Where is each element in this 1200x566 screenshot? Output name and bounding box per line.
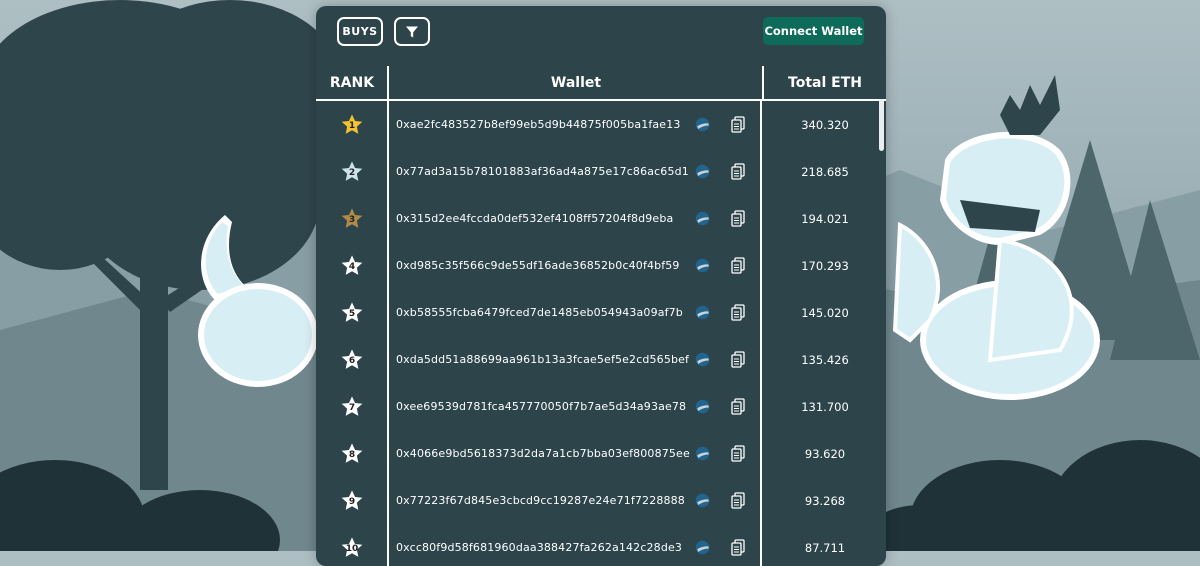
total-eth-value: 93.620 bbox=[804, 446, 846, 461]
total-eth-value: 145.020 bbox=[801, 305, 849, 320]
rank-number: 6 bbox=[348, 356, 356, 366]
wallet-address-link[interactable]: 0xda5dd51a88699aa961b13a3fcae5ef5e2cd565… bbox=[396, 336, 689, 383]
wallet-address-link[interactable]: 0x315d2ee4fccda0def532ef4108ff57204f8d9e… bbox=[396, 195, 673, 242]
etherscan-icon[interactable] bbox=[695, 164, 710, 179]
etherscan-icon[interactable] bbox=[695, 211, 710, 226]
etherscan-icon[interactable] bbox=[695, 540, 710, 555]
rank-number: 5 bbox=[348, 309, 356, 319]
wallet-address-link[interactable]: 0xd985c35f566c9de55df16ade36852b0c40f4bf… bbox=[396, 242, 680, 289]
rank-number: 1 bbox=[348, 121, 356, 131]
copy-icon[interactable] bbox=[731, 304, 745, 321]
rank-number: 8 bbox=[348, 450, 356, 460]
rank-star-icon: 8 bbox=[339, 441, 365, 466]
copy-icon[interactable] bbox=[731, 210, 745, 227]
table-row: 2 0x77ad3a15b78101883af36ad4a875e17c86ac6… bbox=[316, 148, 886, 195]
total-eth-value: 218.685 bbox=[801, 164, 849, 179]
table-header: RANK Wallet Total ETH bbox=[316, 66, 886, 101]
rank-star-icon: 2 bbox=[339, 159, 365, 184]
column-divider bbox=[762, 66, 764, 99]
copy-icon[interactable] bbox=[731, 163, 745, 180]
rank-star-icon: 9 bbox=[339, 488, 365, 513]
leaderboard-panel: BUYS Connect Wallet RANK Wallet Total ET… bbox=[316, 6, 886, 566]
total-eth-value: 93.268 bbox=[804, 493, 846, 508]
connect-wallet-button[interactable]: Connect Wallet bbox=[763, 17, 864, 45]
column-header-rank[interactable]: RANK bbox=[316, 66, 388, 99]
wallet-address-link[interactable]: 0x77223f67d845e3cbcd9cc19287e24e71f72288… bbox=[396, 477, 685, 524]
copy-icon[interactable] bbox=[731, 351, 745, 368]
filter-button[interactable] bbox=[394, 17, 430, 46]
wallet-address-link[interactable]: 0x4066e9bd5618373d2da7a1cb7bba03ef800875… bbox=[396, 430, 690, 477]
column-divider bbox=[387, 66, 389, 566]
rank-number: 2 bbox=[348, 168, 356, 178]
etherscan-icon[interactable] bbox=[695, 446, 710, 461]
rank-star-icon: 6 bbox=[339, 347, 365, 372]
table-row: 3 0x315d2ee4fccda0def532ef4108ff57204f8d9… bbox=[316, 195, 886, 242]
filter-icon bbox=[406, 26, 418, 37]
total-eth-value: 131.700 bbox=[801, 399, 849, 414]
buys-button[interactable]: BUYS bbox=[337, 17, 383, 46]
rank-star-icon: 7 bbox=[339, 394, 365, 419]
wallet-address-link[interactable]: 0xcc80f9d58f681960daa388427fa262a142c28d… bbox=[396, 524, 682, 566]
etherscan-icon[interactable] bbox=[695, 399, 710, 414]
total-eth-value: 194.021 bbox=[801, 211, 849, 226]
column-divider bbox=[760, 99, 762, 566]
rank-number: 9 bbox=[348, 497, 356, 507]
rank-star-icon: 1 bbox=[339, 112, 365, 137]
total-eth-value: 87.711 bbox=[804, 540, 846, 555]
copy-icon[interactable] bbox=[731, 492, 745, 509]
total-eth-value: 170.293 bbox=[801, 258, 849, 273]
column-header-wallet[interactable]: Wallet bbox=[389, 66, 763, 99]
rank-number: 4 bbox=[348, 262, 356, 272]
table-row: 4 0xd985c35f566c9de55df16ade36852b0c40f4b… bbox=[316, 242, 886, 289]
rank-star-icon: 5 bbox=[339, 300, 365, 325]
etherscan-icon[interactable] bbox=[695, 305, 710, 320]
copy-icon[interactable] bbox=[731, 116, 745, 133]
table-row: 8 0x4066e9bd5618373d2da7a1cb7bba03ef80087… bbox=[316, 430, 886, 477]
wallet-address-link[interactable]: 0x77ad3a15b78101883af36ad4a875e17c86ac65… bbox=[396, 148, 689, 195]
copy-icon[interactable] bbox=[731, 539, 745, 556]
rank-star-icon: 10 bbox=[339, 535, 365, 560]
total-eth-value: 340.320 bbox=[801, 117, 849, 132]
rank-star-icon: 4 bbox=[339, 253, 365, 278]
rank-number: 7 bbox=[348, 403, 356, 413]
etherscan-icon[interactable] bbox=[695, 258, 710, 273]
scrollbar-thumb[interactable] bbox=[879, 99, 884, 151]
wallet-address-link[interactable]: 0xee69539d781fca457770050f7b7ae5d34a93ae… bbox=[396, 383, 686, 430]
table-row: 6 0xda5dd51a88699aa961b13a3fcae5ef5e2cd56… bbox=[316, 336, 886, 383]
table-row: 10 0xcc80f9d58f681960daa388427fa262a142c2… bbox=[316, 524, 886, 566]
wallet-address-link[interactable]: 0xb58555fcba6479fced7de1485eb054943a09af… bbox=[396, 289, 683, 336]
copy-icon[interactable] bbox=[731, 445, 745, 462]
copy-icon[interactable] bbox=[731, 257, 745, 274]
total-eth-value: 135.426 bbox=[801, 352, 849, 367]
rank-star-icon: 3 bbox=[339, 206, 365, 231]
rank-number: 10 bbox=[345, 544, 359, 554]
toolbar: BUYS Connect Wallet bbox=[316, 6, 886, 60]
wallet-address-link[interactable]: 0xae2fc483527b8ef99eb5d9b44875f005ba1fae… bbox=[396, 101, 681, 148]
rank-number: 3 bbox=[348, 215, 356, 225]
etherscan-icon[interactable] bbox=[695, 117, 710, 132]
column-header-total-eth[interactable]: Total ETH bbox=[764, 66, 886, 99]
etherscan-icon[interactable] bbox=[695, 352, 710, 367]
etherscan-icon[interactable] bbox=[695, 493, 710, 508]
copy-icon[interactable] bbox=[731, 398, 745, 415]
table-row: 9 0x77223f67d845e3cbcd9cc19287e24e71f7228… bbox=[316, 477, 886, 524]
table-row: 7 0xee69539d781fca457770050f7b7ae5d34a93a… bbox=[316, 383, 886, 430]
table-row: 5 0xb58555fcba6479fced7de1485eb054943a09a… bbox=[316, 289, 886, 336]
table-row: 1 0xae2fc483527b8ef99eb5d9b44875f005ba1fa… bbox=[316, 101, 886, 148]
